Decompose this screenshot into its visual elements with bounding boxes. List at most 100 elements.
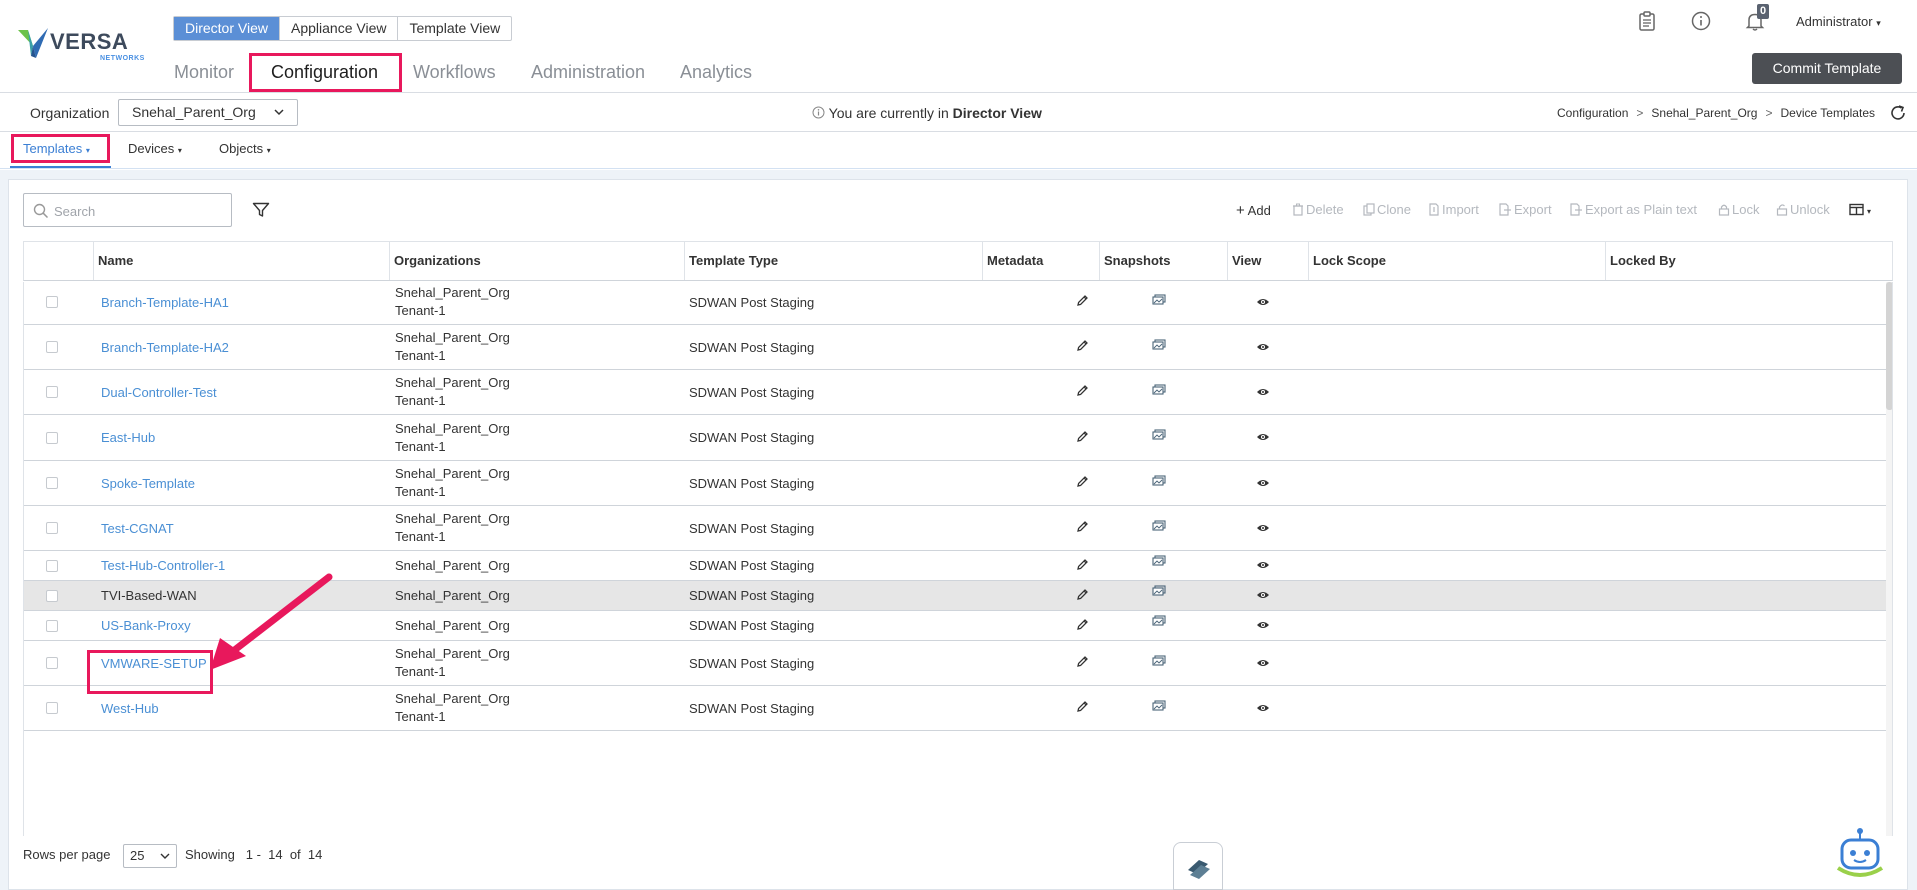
filter-icon[interactable] xyxy=(252,202,270,221)
row-checkbox[interactable] xyxy=(46,589,58,602)
table-scrollbar-thumb[interactable] xyxy=(1886,282,1892,410)
header-name[interactable]: Name xyxy=(93,242,389,280)
versa-logo[interactable]: VERSA NETWORKS xyxy=(16,26,144,66)
snapshot-icon[interactable] xyxy=(1152,555,1166,570)
user-menu[interactable]: Administrator ▾ xyxy=(1796,14,1881,29)
rows-per-page-select[interactable]: 25 xyxy=(123,844,177,868)
eye-icon[interactable] xyxy=(1256,430,1270,445)
template-name-link[interactable]: Branch-Template-HA1 xyxy=(101,295,229,310)
snapshot-icon[interactable] xyxy=(1152,700,1166,715)
eye-icon[interactable] xyxy=(1256,558,1270,573)
template-name-link[interactable]: Branch-Template-HA2 xyxy=(101,340,229,355)
clipboard-icon[interactable] xyxy=(1636,10,1658,32)
refresh-icon[interactable] xyxy=(1888,103,1908,123)
pencil-icon[interactable] xyxy=(1076,655,1089,671)
row-checkbox[interactable] xyxy=(46,296,58,308)
row-checkbox[interactable] xyxy=(46,386,58,398)
snapshot-icon[interactable] xyxy=(1152,429,1166,444)
header-lock-scope[interactable]: Lock Scope xyxy=(1308,242,1605,280)
table-row[interactable]: Branch-Template-HA2 Snehal_Parent_Org Tena… xyxy=(24,325,1886,370)
search-input[interactable] xyxy=(54,201,224,221)
header-locked-by[interactable]: Locked By xyxy=(1605,242,1892,280)
eye-icon[interactable] xyxy=(1256,656,1270,671)
snapshot-icon[interactable] xyxy=(1152,520,1166,535)
snapshot-icon[interactable] xyxy=(1152,294,1166,309)
tab-objects[interactable]: Objects ▾ xyxy=(219,141,271,156)
floating-widget-button[interactable] xyxy=(1173,842,1223,890)
pencil-icon[interactable] xyxy=(1076,430,1089,446)
snapshot-icon[interactable] xyxy=(1152,585,1166,600)
lock-button[interactable]: Lock xyxy=(1718,202,1759,217)
export-button[interactable]: Export xyxy=(1498,202,1552,217)
pencil-icon[interactable] xyxy=(1076,558,1089,574)
row-checkbox[interactable] xyxy=(46,431,58,444)
snapshot-icon[interactable] xyxy=(1152,384,1166,399)
row-checkbox[interactable] xyxy=(46,619,58,632)
eye-icon[interactable] xyxy=(1256,588,1270,603)
table-row[interactable]: TVI-Based-WAN Snehal_Parent_Org SDWAN Post… xyxy=(24,581,1886,611)
header-view[interactable]: View xyxy=(1227,242,1308,280)
eye-icon[interactable] xyxy=(1256,521,1270,536)
header-metadata[interactable]: Metadata xyxy=(982,242,1099,280)
table-row[interactable]: Spoke-Template Snehal_Parent_Org Tenant-1 S… xyxy=(24,461,1886,506)
info-icon[interactable] xyxy=(1690,10,1712,32)
template-name-link[interactable]: Test-CGNAT xyxy=(101,521,174,536)
organization-select[interactable]: Snehal_Parent_Org xyxy=(118,99,298,126)
nav-configuration[interactable]: Configuration xyxy=(271,62,378,83)
header-snapshots[interactable]: Snapshots xyxy=(1099,242,1227,280)
delete-button[interactable]: Delete xyxy=(1292,202,1344,217)
snapshot-icon[interactable] xyxy=(1152,475,1166,490)
template-name-link[interactable]: Test-Hub-Controller-1 xyxy=(101,558,225,573)
eye-icon[interactable] xyxy=(1256,340,1270,355)
director-view-button[interactable]: Director View xyxy=(174,17,280,40)
eye-icon[interactable] xyxy=(1256,295,1270,310)
table-row[interactable]: Test-CGNAT Snehal_Parent_Org Tenant-1 SDWAN… xyxy=(24,506,1886,551)
pencil-icon[interactable] xyxy=(1076,520,1089,536)
breadcrumb-configuration[interactable]: Configuration xyxy=(1557,106,1628,120)
template-view-button[interactable]: Template View xyxy=(398,17,511,40)
table-row[interactable]: Test-Hub-Controller-1 Snehal_Parent_Org SD… xyxy=(24,551,1886,581)
pencil-icon[interactable] xyxy=(1076,618,1089,634)
commit-template-button[interactable]: Commit Template xyxy=(1752,53,1902,84)
pencil-icon[interactable] xyxy=(1076,700,1089,716)
column-chooser-button[interactable]: ▾ xyxy=(1849,202,1871,217)
eye-icon[interactable] xyxy=(1256,618,1270,633)
breadcrumb-organization[interactable]: Snehal_Parent_Org xyxy=(1651,106,1757,120)
table-row[interactable]: West-Hub Snehal_Parent_Org Tenant-1 SDWAN P… xyxy=(24,686,1886,731)
unlock-button[interactable]: Unlock xyxy=(1776,202,1830,217)
snapshot-icon[interactable] xyxy=(1152,615,1166,630)
template-name-link[interactable]: West-Hub xyxy=(101,701,159,716)
row-checkbox[interactable] xyxy=(46,477,58,489)
row-checkbox[interactable] xyxy=(46,522,58,534)
eye-icon[interactable] xyxy=(1256,476,1270,491)
row-checkbox[interactable] xyxy=(46,559,58,572)
nav-administration[interactable]: Administration xyxy=(531,62,645,83)
table-row[interactable]: Dual-Controller-Test Snehal_Parent_Org Ten… xyxy=(24,370,1886,415)
pencil-icon[interactable] xyxy=(1076,339,1089,355)
table-row[interactable]: US-Bank-Proxy Snehal_Parent_Org SDWAN Post… xyxy=(24,611,1886,641)
template-name-link[interactable]: TVI-Based-WAN xyxy=(101,588,197,603)
header-organizations[interactable]: Organizations xyxy=(389,242,684,280)
appliance-view-button[interactable]: Appliance View xyxy=(280,17,399,40)
nav-workflows[interactable]: Workflows xyxy=(413,62,496,83)
eye-icon[interactable] xyxy=(1256,385,1270,400)
table-row[interactable]: East-Hub Snehal_Parent_Org Tenant-1 SDWAN P… xyxy=(24,415,1886,461)
template-name-link[interactable]: Dual-Controller-Test xyxy=(101,385,217,400)
row-checkbox[interactable] xyxy=(46,702,58,714)
table-row[interactable]: VMWARE-SETUP Snehal_Parent_Org Tenant-1 SDW… xyxy=(24,641,1886,686)
pencil-icon[interactable] xyxy=(1076,588,1089,604)
pencil-icon[interactable] xyxy=(1076,475,1089,491)
snapshot-icon[interactable] xyxy=(1152,339,1166,354)
add-button[interactable]: + Add xyxy=(1236,202,1271,219)
tab-devices[interactable]: Devices ▾ xyxy=(128,141,182,156)
header-template-type[interactable]: Template Type xyxy=(684,242,982,280)
nav-analytics[interactable]: Analytics xyxy=(680,62,752,83)
template-name-link[interactable]: VMWARE-SETUP xyxy=(101,656,207,671)
row-checkbox[interactable] xyxy=(46,657,58,669)
import-button[interactable]: Import xyxy=(1428,202,1479,217)
template-name-link[interactable]: East-Hub xyxy=(101,430,155,445)
row-checkbox[interactable] xyxy=(46,341,58,353)
nav-monitor[interactable]: Monitor xyxy=(174,62,234,83)
template-name-link[interactable]: Spoke-Template xyxy=(101,476,195,491)
assistant-bot-button[interactable] xyxy=(1832,826,1888,884)
